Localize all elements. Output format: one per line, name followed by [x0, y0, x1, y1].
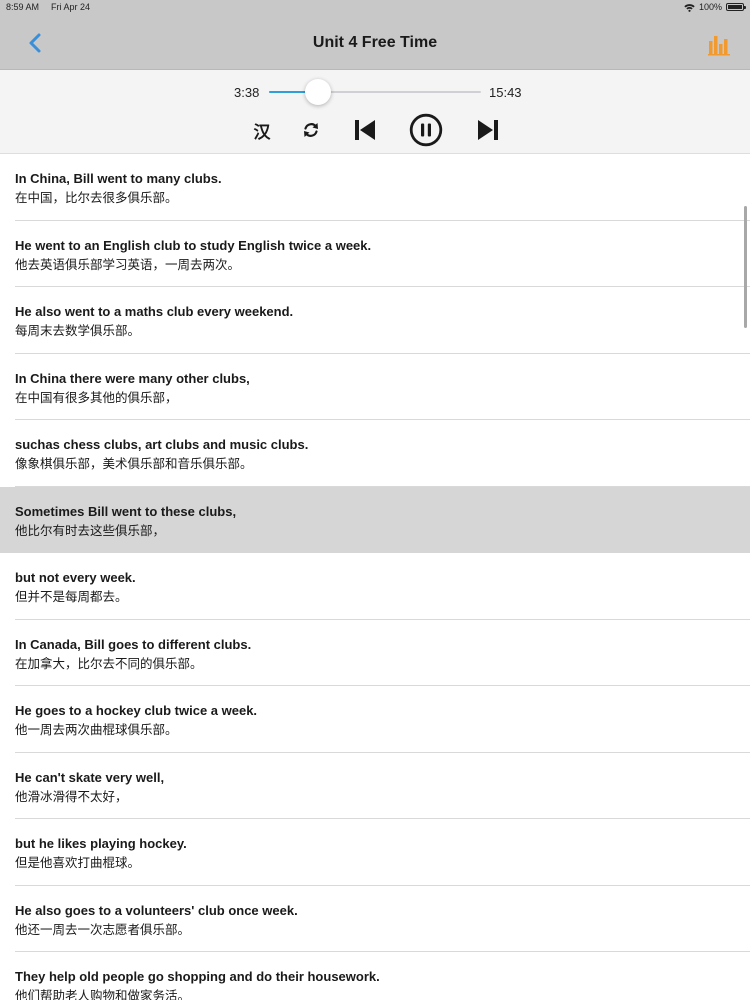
sentence-english: He also goes to a volunteers' club once …: [15, 902, 298, 918]
sentence-english: In China there were many other clubs,: [15, 370, 250, 386]
sentence-english: In China, Bill went to many clubs.: [15, 171, 222, 186]
status-time: 8:59 AM: [6, 2, 40, 12]
sentence-row[interactable]: He goes to a hockey club twice a week. 他一…: [0, 686, 750, 753]
progress-thumb[interactable]: [304, 79, 331, 105]
sentence-english: In Canada, Bill goes to different clubs.: [15, 636, 252, 652]
status-bar: 8:59 AM Fri Apr 24 100%: [0, 0, 750, 16]
repeat-button[interactable]: [300, 116, 322, 144]
sentence-chinese: 但是他喜欢打曲棍球。: [15, 855, 141, 870]
sentence-row[interactable]: They help old people go shopping and do …: [0, 952, 750, 1000]
sentence-chinese: 他去英语俱乐部学习英语，一周去两次。: [15, 256, 241, 272]
elapsed-time: 3:38: [234, 85, 260, 100]
skip-previous-icon: [355, 120, 375, 140]
progress-slider[interactable]: [269, 79, 481, 105]
battery-percentage: 100%: [698, 2, 722, 12]
equalizer-icon: [708, 36, 730, 56]
sentence-chinese: 他滑冰滑得不太好，: [15, 788, 128, 804]
wifi-icon: [684, 3, 695, 12]
sentence-chinese: 每周末去数学俱乐部。: [15, 323, 141, 338]
sentence-english: suchas chess clubs, art clubs and music …: [15, 437, 309, 452]
sentence-english: but he likes playing hockey.: [15, 836, 187, 851]
sentence-chinese: 在中国有很多其他的俱乐部，: [15, 389, 178, 405]
next-button[interactable]: [475, 116, 501, 144]
status-date: Fri Apr 24: [51, 2, 91, 12]
sentence-english: but not every week.: [15, 570, 136, 585]
pause-icon: [409, 113, 443, 147]
translation-toggle-button[interactable]: 汉: [251, 116, 273, 144]
sentence-chinese: 他还一周去一次志愿者俱乐部。: [15, 921, 191, 937]
sentence-row[interactable]: but not every week. 但并不是每周都去。: [0, 553, 750, 620]
sentence-row[interactable]: In China there were many other clubs, 在中国…: [0, 353, 750, 420]
sentence-english: They help old people go shopping and do …: [15, 969, 380, 984]
sentence-chinese: 但并不是每周都去。: [15, 589, 128, 604]
sentence-chinese: 他一周去两次曲棍球俱乐部。: [15, 722, 178, 737]
repeat-icon: [304, 123, 318, 137]
sentence-english: He goes to a hockey club twice a week.: [15, 703, 258, 718]
sentence-chinese: 在中国，比尔去很多俱乐部。: [15, 190, 178, 205]
sentence-chinese: 像象棋俱乐部，美术俱乐部和音乐俱乐部。: [15, 456, 253, 471]
sentence-row[interactable]: In China, Bill went to many clubs. 在中国，比尔…: [0, 154, 750, 221]
page-title: Unit 4 Free Time: [312, 34, 438, 51]
sentence-english: He can't skate very well,: [15, 769, 165, 785]
sentence-list[interactable]: In China, Bill went to many clubs. 在中国，比尔…: [0, 154, 750, 1000]
audio-player: 3:38 15:43 汉: [0, 70, 750, 154]
sentence-english: He also went to a maths club every weeke…: [15, 304, 294, 319]
scroll-indicator: [744, 206, 747, 328]
sentence-row[interactable]: In Canada, Bill goes to different clubs.…: [0, 619, 750, 686]
equalizer-button[interactable]: [708, 34, 732, 56]
sentence-row[interactable]: suchas chess clubs, art clubs and music …: [0, 420, 750, 487]
sentence-row[interactable]: He can't skate very well, 他滑冰滑得不太好，: [0, 752, 750, 819]
sentence-english: Sometimes Bill went to these clubs,: [15, 503, 237, 519]
navigation-bar: Unit 4 Free Time: [0, 16, 750, 70]
previous-button[interactable]: [352, 116, 378, 144]
sentence-row[interactable]: He also went to a maths club every weeke…: [0, 287, 750, 354]
skip-next-icon: [478, 120, 498, 140]
sentence-row-active[interactable]: Sometimes Bill went to these clubs, 他比尔有时…: [0, 486, 750, 553]
sentence-row[interactable]: He went to an English club to study Engl…: [0, 220, 750, 287]
sentence-row[interactable]: but he likes playing hockey. 但是他喜欢打曲棍球。: [0, 819, 750, 886]
sentence-english: He went to an English club to study Engl…: [15, 237, 372, 253]
total-time: 15:43: [489, 85, 522, 100]
sentence-chinese: 在加拿大，比尔去不同的俱乐部。: [15, 655, 203, 671]
sentence-chinese: 他们帮助老人购物和做家务活。: [15, 988, 191, 1000]
pause-button[interactable]: [409, 113, 443, 147]
battery-icon: [726, 3, 746, 11]
sentence-row[interactable]: He also goes to a volunteers' club once …: [0, 885, 750, 952]
sentence-chinese: 他比尔有时去这些俱乐部，: [15, 522, 166, 538]
